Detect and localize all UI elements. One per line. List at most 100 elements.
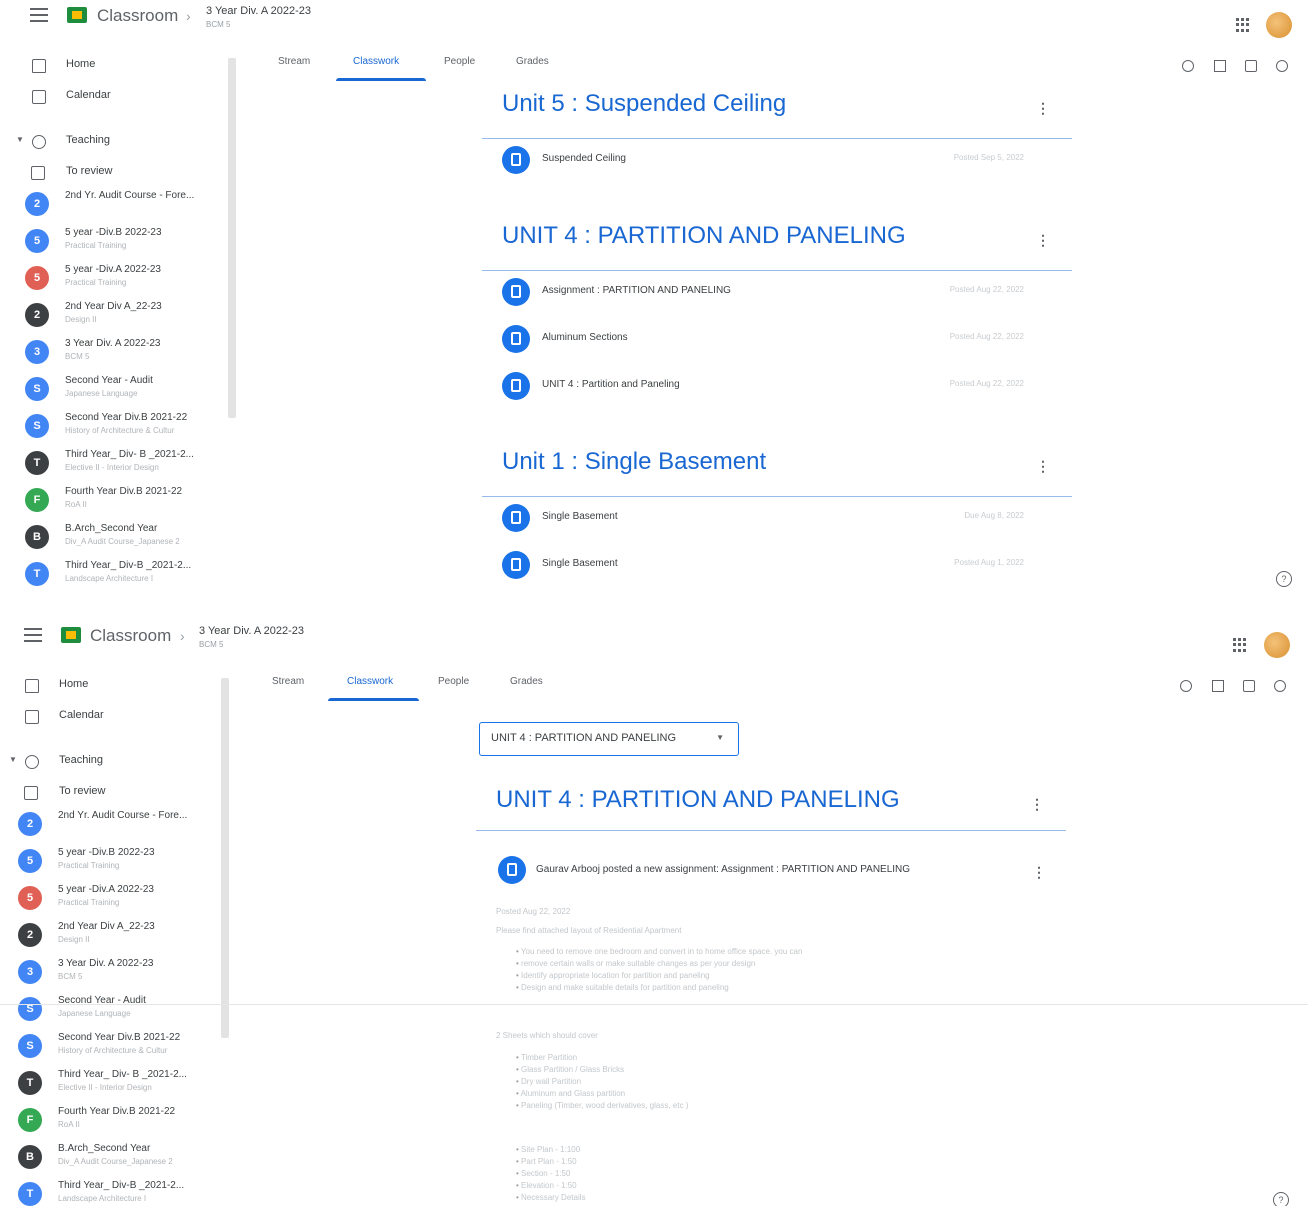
meet-icon[interactable] — [1182, 60, 1194, 72]
sidebar-scrollbar[interactable] — [228, 58, 236, 418]
app-title[interactable]: Classroom — [97, 6, 178, 26]
bullet-item: Elevation - 1:50 — [516, 1180, 586, 1192]
more-vert-icon[interactable]: ⋮ — [1036, 458, 1050, 475]
drive-icon[interactable] — [1243, 680, 1255, 692]
avatar[interactable] — [1266, 12, 1292, 38]
sidebar-course-item[interactable]: 2 2nd Year Div A_22-23 Design II — [0, 919, 223, 955]
course-subtitle: Practical Training — [65, 278, 127, 287]
sidebar-course-item[interactable]: S Second Year Div.B 2021-22 History of Arc… — [0, 410, 230, 446]
more-vert-icon[interactable]: ⋮ — [1032, 864, 1046, 881]
toolbar-icons — [1182, 60, 1292, 76]
sidebar-course-item[interactable]: F Fourth Year Div.B 2021-22 RoA II — [0, 484, 230, 520]
more-vert-icon[interactable]: ⋮ — [1030, 796, 1044, 813]
course-avatar: 2 — [18, 812, 42, 836]
sidebar-course-item[interactable]: S Second Year - Audit Japanese Language — [0, 993, 223, 1029]
classwork-item[interactable]: Aluminum Sections Posted Aug 22, 2022 — [502, 325, 1062, 365]
topic-title[interactable]: UNIT 4 : PARTITION AND PANELING — [496, 786, 900, 814]
app-title[interactable]: Classroom — [90, 626, 171, 646]
tab-stream[interactable]: Stream — [272, 676, 304, 687]
classwork-item-title: UNIT 4 : Partition and Paneling — [542, 379, 680, 390]
google-calendar-icon[interactable] — [1212, 680, 1224, 692]
classwork-item[interactable]: Assignment : PARTITION AND PANELING Poste… — [502, 278, 1062, 318]
course-name: 3 Year Div. A 2022-23 — [58, 958, 154, 969]
course-name: 3 Year Div. A 2022-23 — [65, 338, 161, 349]
topic-filter-dropdown[interactable]: UNIT 4 : PARTITION AND PANELING ▼ — [479, 722, 739, 756]
classwork-item[interactable]: Single Basement Posted Aug 1, 2022 — [502, 551, 1062, 591]
apps-grid-icon[interactable] — [1236, 18, 1250, 32]
post-text[interactable]: Gaurav Arbooj posted a new assignment: A… — [536, 864, 910, 875]
assignment-icon — [502, 146, 530, 174]
sidebar-item-teaching[interactable]: ▼ Teaching — [0, 128, 230, 162]
sidebar-course-item[interactable]: 2 2nd Year Div A_22-23 Design II — [0, 299, 230, 335]
classwork-item[interactable]: Single Basement Due Aug 8, 2022 — [502, 504, 1062, 544]
sidebar-course-item[interactable]: 5 5 year -Div.B 2022-23 Practical Training — [0, 225, 230, 261]
sidebar-course-item[interactable]: B B.Arch_Second Year Div_A Audit Course_Ja… — [0, 521, 230, 557]
sidebar-item-teaching[interactable]: ▼ Teaching — [0, 748, 223, 782]
breadcrumb-title[interactable]: 3 Year Div. A 2022-23 — [206, 5, 311, 17]
topic-title[interactable]: Unit 1 : Single Basement — [502, 448, 766, 476]
help-icon[interactable]: ? — [1273, 1192, 1289, 1206]
more-vert-icon[interactable]: ⋮ — [1036, 232, 1050, 249]
classwork-item-date: Posted Aug 22, 2022 — [949, 332, 1024, 341]
help-icon[interactable]: ? — [1276, 571, 1292, 587]
sidebar-item-home[interactable]: Home — [0, 52, 230, 86]
tab-stream[interactable]: Stream — [278, 56, 310, 67]
course-subtitle: Japanese Language — [58, 1009, 131, 1018]
topic-title[interactable]: UNIT 4 : PARTITION AND PANELING — [502, 222, 906, 250]
course-avatar: T — [25, 451, 49, 475]
drive-icon[interactable] — [1245, 60, 1257, 72]
sidebar-course-item[interactable]: S Second Year - Audit Japanese Language — [0, 373, 230, 409]
breadcrumb-title[interactable]: 3 Year Div. A 2022-23 — [199, 625, 304, 637]
settings-icon[interactable] — [1276, 60, 1288, 72]
tab-people[interactable]: People — [438, 676, 469, 687]
course-name: 5 year -Div.A 2022-23 — [58, 884, 154, 895]
avatar[interactable] — [1264, 632, 1290, 658]
classroom-logo-icon[interactable] — [61, 627, 81, 643]
sidebar-course-item[interactable]: T Third Year_ Div- B _2021-2... Elective I… — [0, 1067, 223, 1103]
bullet-item: Section - 1:50 — [516, 1168, 586, 1180]
classwork-item[interactable]: UNIT 4 : Partition and Paneling Posted Au… — [502, 372, 1062, 412]
tab-classwork[interactable]: Classwork — [347, 676, 393, 687]
bullet-item: Dry wall Partition — [516, 1076, 688, 1088]
settings-icon[interactable] — [1274, 680, 1286, 692]
tab-grades[interactable]: Grades — [510, 676, 543, 687]
bullet-item: Design and make suitable details for par… — [516, 982, 802, 994]
sidebar-course-item[interactable]: S Second Year Div.B 2021-22 History of Arc… — [0, 1030, 223, 1066]
menu-icon[interactable] — [30, 8, 48, 22]
sidebar-item-home[interactable]: Home — [0, 672, 223, 706]
breadcrumb-chevron-icon: › — [186, 8, 191, 24]
sidebar-course-item[interactable]: F Fourth Year Div.B 2021-22 RoA II — [0, 1104, 223, 1140]
expand-caret-icon[interactable]: ▼ — [16, 135, 24, 144]
menu-icon[interactable] — [24, 628, 42, 642]
meet-icon[interactable] — [1180, 680, 1192, 692]
sidebar-course-item[interactable]: 3 3 Year Div. A 2022-23 BCM 5 — [0, 336, 230, 372]
topic-title[interactable]: Unit 5 : Suspended Ceiling — [502, 90, 786, 118]
classwork-item[interactable]: Suspended Ceiling Posted Sep 5, 2022 — [502, 146, 1062, 186]
sidebar-scrollbar[interactable] — [221, 678, 229, 1038]
classroom-logo-icon[interactable] — [67, 7, 87, 23]
more-vert-icon[interactable]: ⋮ — [1036, 100, 1050, 117]
tab-people[interactable]: People — [444, 56, 475, 67]
sidebar-item-calendar[interactable]: Calendar — [0, 83, 230, 117]
sidebar-course-item[interactable]: 2 2nd Yr. Audit Course - Fore... — [0, 188, 230, 224]
tab-grades[interactable]: Grades — [516, 56, 549, 67]
sidebar-course-item[interactable]: B B.Arch_Second Year Div_A Audit Course_Ja… — [0, 1141, 223, 1177]
top-bar: Classroom › 3 Year Div. A 2022-23 BCM 5 — [0, 0, 1308, 44]
sidebar-course-item[interactable]: 5 5 year -Div.A 2022-23 Practical Training — [0, 262, 230, 298]
sidebar-course-item[interactable]: T Third Year_ Div-B _2021-2... Landscape A… — [0, 558, 230, 594]
tab-classwork[interactable]: Classwork — [353, 56, 399, 67]
sidebar-course-item[interactable]: 5 5 year -Div.A 2022-23 Practical Training — [0, 882, 223, 918]
apps-grid-icon[interactable] — [1233, 638, 1247, 652]
sidebar-item-calendar[interactable]: Calendar — [0, 703, 223, 737]
course-avatar: 5 — [25, 229, 49, 253]
sidebar-course-item[interactable]: 2 2nd Yr. Audit Course - Fore... — [0, 808, 223, 844]
sidebar-course-item[interactable]: 5 5 year -Div.B 2022-23 Practical Training — [0, 845, 223, 881]
classwork-item-title: Suspended Ceiling — [542, 153, 626, 164]
teaching-icon — [32, 135, 46, 149]
sidebar-course-item[interactable]: 3 3 Year Div. A 2022-23 BCM 5 — [0, 956, 223, 992]
google-calendar-icon[interactable] — [1214, 60, 1226, 72]
sidebar-course-item[interactable]: T Third Year_ Div- B _2021-2... Elective I… — [0, 447, 230, 483]
expand-caret-icon[interactable]: ▼ — [9, 755, 17, 764]
course-avatar: 3 — [25, 340, 49, 364]
sidebar-course-item[interactable]: T Third Year_ Div-B _2021-2... Landscape A… — [0, 1178, 223, 1206]
